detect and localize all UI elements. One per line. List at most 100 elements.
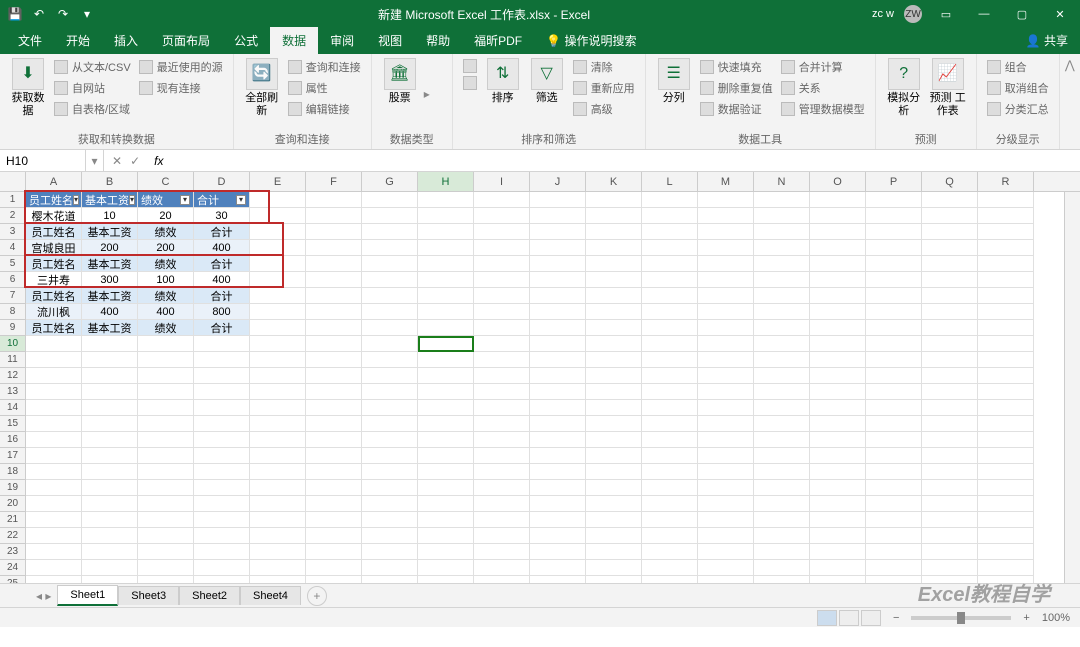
row-header[interactable]: 2	[0, 208, 26, 224]
cell[interactable]	[418, 304, 474, 320]
cell[interactable]: 绩效	[138, 224, 194, 240]
tab-file[interactable]: 文件	[6, 27, 54, 54]
cell[interactable]	[978, 464, 1034, 480]
manage-data-model[interactable]: 管理数据模型	[779, 100, 867, 118]
row-header[interactable]: 17	[0, 448, 26, 464]
cell[interactable]	[642, 384, 698, 400]
cell[interactable]	[306, 384, 362, 400]
cell[interactable]	[138, 528, 194, 544]
cell[interactable]	[82, 464, 138, 480]
cell[interactable]	[978, 320, 1034, 336]
cancel-icon[interactable]: ✕	[112, 154, 122, 168]
cell[interactable]	[530, 224, 586, 240]
cell[interactable]: 800	[194, 304, 250, 320]
cell[interactable]	[138, 448, 194, 464]
cell[interactable]	[26, 528, 82, 544]
cell[interactable]	[922, 288, 978, 304]
ungroup-button[interactable]: 取消组合	[985, 79, 1051, 97]
from-table-range[interactable]: 自表格/区域	[52, 100, 133, 118]
cell[interactable]	[978, 480, 1034, 496]
tab-help[interactable]: 帮助	[414, 27, 462, 54]
cell[interactable]	[754, 256, 810, 272]
cell[interactable]	[922, 496, 978, 512]
cell[interactable]	[138, 352, 194, 368]
cell[interactable]	[978, 368, 1034, 384]
tab-review[interactable]: 审阅	[318, 27, 366, 54]
cell[interactable]	[586, 304, 642, 320]
cell[interactable]	[138, 416, 194, 432]
cell[interactable]	[418, 352, 474, 368]
cell[interactable]	[362, 208, 418, 224]
cell[interactable]	[866, 240, 922, 256]
what-if-button[interactable]: ?模拟分析	[884, 58, 924, 129]
cell[interactable]	[194, 416, 250, 432]
cell[interactable]	[474, 512, 530, 528]
cell[interactable]	[866, 288, 922, 304]
sort-desc-icon[interactable]	[461, 75, 479, 91]
cell[interactable]	[586, 480, 642, 496]
cell[interactable]	[866, 336, 922, 352]
cell[interactable]	[754, 512, 810, 528]
cell[interactable]	[922, 544, 978, 560]
cell[interactable]	[418, 320, 474, 336]
cell[interactable]	[82, 432, 138, 448]
cell[interactable]	[306, 416, 362, 432]
cell[interactable]	[250, 240, 306, 256]
cell[interactable]	[586, 320, 642, 336]
cell[interactable]	[754, 240, 810, 256]
cell[interactable]	[810, 416, 866, 432]
cell[interactable]	[866, 576, 922, 583]
cell[interactable]	[698, 368, 754, 384]
cell[interactable]	[362, 560, 418, 576]
cell[interactable]: 基本工资	[82, 320, 138, 336]
cell[interactable]	[26, 560, 82, 576]
cell[interactable]	[698, 464, 754, 480]
cell[interactable]	[474, 432, 530, 448]
cell[interactable]	[362, 304, 418, 320]
cell[interactable]	[306, 288, 362, 304]
cell[interactable]	[698, 288, 754, 304]
row-header[interactable]: 15	[0, 416, 26, 432]
cell[interactable]	[978, 256, 1034, 272]
row-header[interactable]: 18	[0, 464, 26, 480]
cell[interactable]	[866, 448, 922, 464]
tab-foxit[interactable]: 福昕PDF	[462, 27, 534, 54]
cell[interactable]	[530, 256, 586, 272]
from-text-csv[interactable]: 从文本/CSV	[52, 58, 133, 76]
cell[interactable]	[26, 480, 82, 496]
cell[interactable]	[250, 496, 306, 512]
cell[interactable]	[250, 352, 306, 368]
cell[interactable]	[698, 448, 754, 464]
cell[interactable]	[978, 416, 1034, 432]
cell[interactable]	[642, 352, 698, 368]
cell[interactable]	[866, 528, 922, 544]
cell[interactable]	[362, 320, 418, 336]
cell[interactable]	[866, 480, 922, 496]
cell[interactable]	[306, 192, 362, 208]
cell[interactable]	[530, 528, 586, 544]
cell[interactable]	[978, 528, 1034, 544]
cell[interactable]	[418, 256, 474, 272]
advanced-filter[interactable]: 高级	[571, 100, 637, 118]
cell[interactable]	[978, 208, 1034, 224]
cell[interactable]	[530, 544, 586, 560]
cell[interactable]: 绩效	[138, 256, 194, 272]
cell[interactable]	[698, 480, 754, 496]
cell[interactable]	[530, 512, 586, 528]
text-to-columns[interactable]: ☰分列	[654, 58, 694, 129]
cell[interactable]	[922, 240, 978, 256]
cell[interactable]: 宫城良田	[26, 240, 82, 256]
column-header[interactable]: P	[866, 172, 922, 191]
cell[interactable]	[474, 384, 530, 400]
cell[interactable]	[474, 288, 530, 304]
cell[interactable]	[138, 544, 194, 560]
cell[interactable]	[922, 448, 978, 464]
cell[interactable]	[754, 496, 810, 512]
cell[interactable]	[866, 272, 922, 288]
cell[interactable]	[362, 416, 418, 432]
cell[interactable]	[586, 560, 642, 576]
cell[interactable]	[978, 512, 1034, 528]
cell[interactable]	[250, 272, 306, 288]
cell[interactable]	[978, 352, 1034, 368]
cell[interactable]	[82, 336, 138, 352]
